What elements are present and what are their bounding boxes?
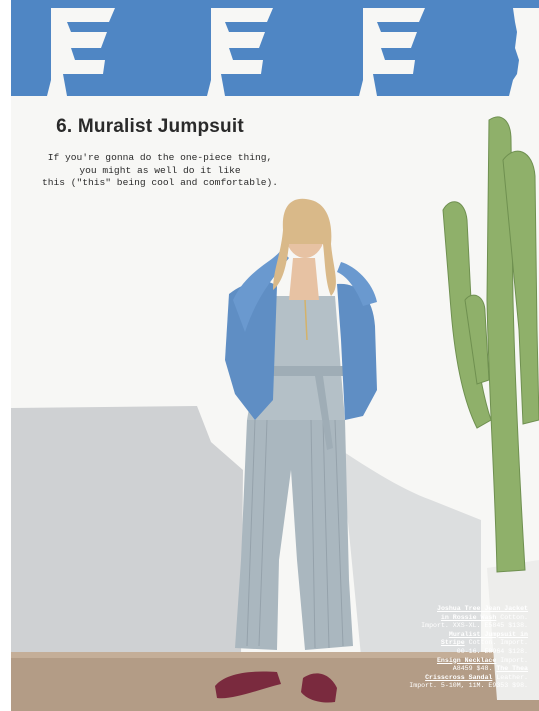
neck [289,258,319,300]
product-credits: Joshua Tree Jean Jacket in Rossie Wash C… [398,605,528,691]
product-detail: Import. 5-10M, 11M. E9353 $98. [409,682,528,690]
product-detail: Cotton. [500,613,528,621]
product-link-jumpsuit-stripe[interactable]: Stripe [441,639,465,646]
product-detail: Import. XXS-XL. E5845 $138. [421,622,528,630]
wall-shadow [11,406,243,656]
intro-line: you might as well do it like [79,164,241,176]
product-link-jumpsuit[interactable]: Muralist Jumpsuit in [449,631,528,638]
product-detail: Import. [500,656,528,664]
product-link-sandal[interactable]: The Thea [496,665,528,672]
product-detail: Leather. [496,673,528,681]
page-title: 6. Muralist Jumpsuit [56,116,244,137]
product-detail: Cotton. Import. [468,639,528,647]
catalog-page: 6. Muralist Jumpsuit If you're gonna do … [0,0,539,711]
intro-line: this ("this" being cool and comfortable)… [41,177,279,188]
product-detail: 00-16. E8964 $128. [456,647,528,655]
product-link-jean-jacket[interactable]: Joshua Tree Jean Jacket [437,605,528,612]
intro-copy: If you're gonna do the one-piece thing, … [10,152,310,190]
product-link-necklace[interactable]: Ensign Necklace [437,657,496,664]
intro-line: If you're gonna do the one-piece thing, [47,152,273,163]
product-detail: A8459 $48. [452,665,493,673]
product-link-sandal-name[interactable]: Crisscross Sandal [425,674,492,681]
product-link-jean-jacket-wash[interactable]: in Rossie Wash [441,614,496,621]
